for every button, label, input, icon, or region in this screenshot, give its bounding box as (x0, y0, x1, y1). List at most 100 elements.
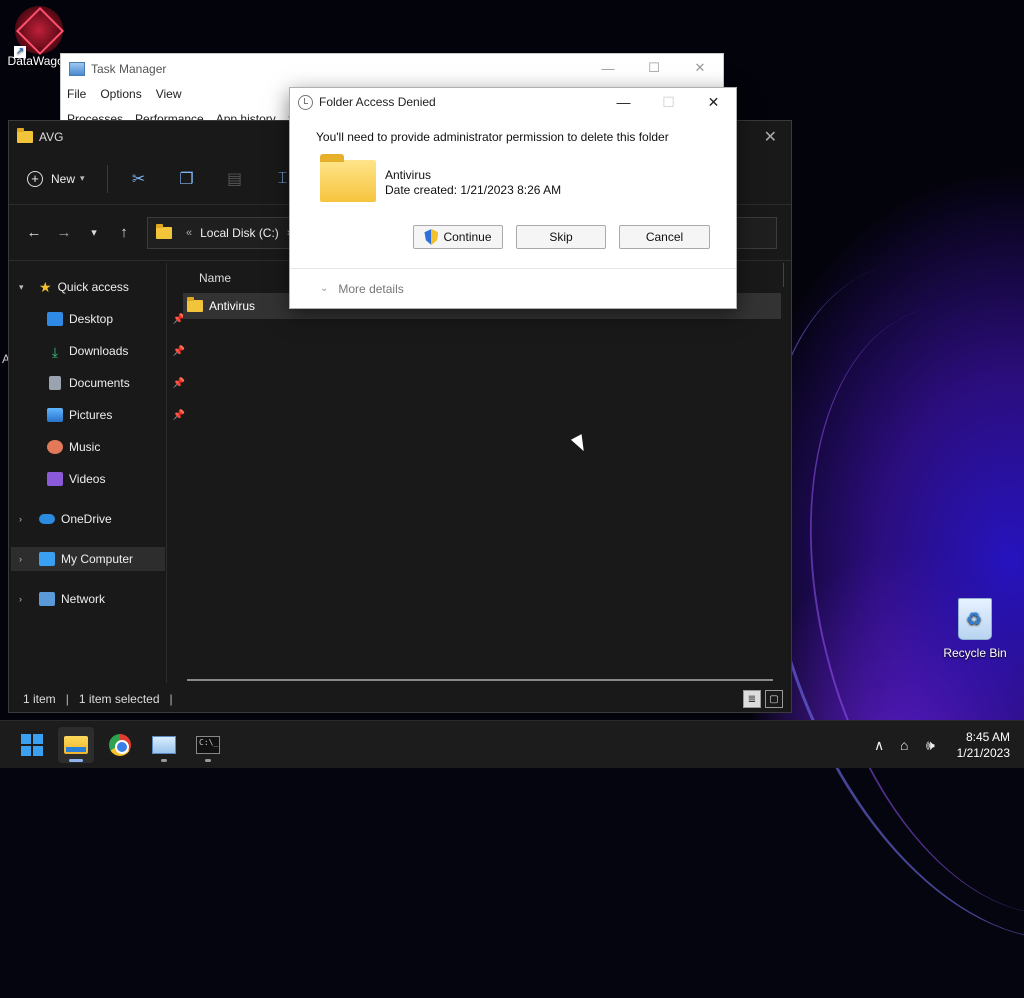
dialog-title: Folder Access Denied (319, 95, 436, 109)
command-prompt-icon: C:\_ (196, 736, 220, 754)
clipboard-icon: ▤ (226, 170, 243, 188)
nav-label: Network (61, 592, 106, 606)
new-label: New (51, 171, 76, 186)
paste-button[interactable]: ▤ (220, 164, 250, 194)
folder-icon (156, 223, 172, 239)
maximize-button: ☐ (662, 93, 675, 110)
menu-options[interactable]: Options (100, 87, 141, 101)
nav-item-onedrive[interactable]: › OneDrive (19, 507, 112, 531)
cancel-button[interactable]: Cancel (619, 225, 710, 249)
skip-button[interactable]: Skip (516, 225, 606, 249)
large-icons-view-button[interactable]: ▢ (765, 690, 783, 708)
nav-item-downloads[interactable]: ⤓ Downloads 📌 (47, 339, 185, 363)
nav-label: OneDrive (61, 512, 112, 526)
copy-icon: ❐ (179, 170, 194, 188)
volume-button[interactable]: 🕪 (926, 721, 935, 769)
horizontal-scrollbar[interactable] (187, 679, 773, 681)
up-button[interactable]: ↑ (109, 224, 139, 241)
folder-icon (320, 154, 376, 202)
desktop-icon-recycle-bin[interactable]: Recycle Bin (940, 598, 1010, 660)
nav-item-music[interactable]: Music (47, 435, 100, 459)
taskbar-clock[interactable]: 8:45 AM 1/21/2023 (957, 729, 1010, 761)
file-list: Name Antivirus (183, 263, 784, 683)
nav-label: Downloads (69, 344, 129, 358)
more-details-toggle[interactable]: ⌄ More details (290, 268, 736, 308)
chevron-down-icon: ▾ (19, 281, 24, 292)
overflow-chevron-icon: « (186, 226, 193, 239)
star-icon: ★ (39, 278, 52, 295)
copy-button[interactable]: ❐ (172, 164, 202, 194)
menu-view[interactable]: View (156, 87, 182, 101)
continue-label: Continue (443, 230, 492, 244)
nav-item-network[interactable]: › Network (19, 587, 105, 611)
folder-access-denied-dialog[interactable]: Folder Access Denied — ☐ ✕ You'll need t… (289, 87, 737, 309)
selected-count: 1 item selected (78, 692, 160, 706)
picture-icon (47, 408, 63, 422)
file-explorer-icon (64, 736, 88, 754)
breadcrumb-local-disk[interactable]: Local Disk (C:) (200, 226, 279, 240)
taskbar-command-prompt[interactable]: C:\_ (190, 727, 226, 763)
cut-button[interactable]: ✂ (124, 164, 154, 194)
rename-icon: ⌶ (277, 169, 288, 187)
nav-item-documents[interactable]: Documents 📌 (47, 371, 185, 395)
close-button[interactable]: ✕ (764, 127, 777, 147)
forward-button[interactable]: → (49, 224, 79, 241)
view-switcher: ≣ ▢ (743, 690, 783, 708)
nav-label: Documents (69, 376, 130, 390)
minimize-button[interactable]: — (585, 54, 631, 82)
navigation-pane: ▾ ★ Quick access Desktop 📌 ⤓ Downloads 📌… (9, 263, 185, 683)
taskbar-chrome[interactable] (102, 727, 138, 763)
taskbar-task-manager[interactable] (146, 727, 182, 763)
clock-date: 1/21/2023 (956, 746, 1010, 760)
task-manager-icon (152, 736, 176, 754)
folder-icon (187, 297, 203, 312)
item-count: 1 item (23, 692, 56, 706)
clock-icon (298, 94, 313, 110)
clock-time: 8:45 AM (965, 730, 1010, 744)
menu-file[interactable]: File (67, 87, 86, 101)
nav-item-videos[interactable]: Videos (47, 467, 105, 491)
nav-item-pictures[interactable]: Pictures 📌 (47, 403, 185, 427)
chevron-down-icon: ⌄ (320, 283, 329, 294)
chevron-right-icon: › (19, 594, 22, 604)
chevron-up-icon: ∧ (874, 736, 885, 753)
status-bar: 1 item | 1 item selected | (23, 692, 183, 706)
chevron-right-icon: › (19, 554, 22, 564)
nav-item-quick-access[interactable]: ▾ ★ Quick access (19, 275, 129, 299)
continue-button[interactable]: Continue (413, 225, 503, 249)
column-divider[interactable] (783, 263, 784, 287)
details-view-button[interactable]: ≣ (743, 690, 761, 708)
network-icon (39, 592, 55, 606)
download-icon: ⤓ (51, 344, 59, 360)
computer-icon (39, 552, 55, 566)
windows-logo-icon (21, 734, 43, 756)
close-button[interactable]: ✕ (677, 54, 723, 82)
document-icon (49, 376, 61, 390)
nav-label: Pictures (69, 408, 113, 422)
network-icon: ⌂ (900, 737, 909, 753)
close-button[interactable]: ✕ (691, 88, 736, 116)
toolbar-divider (106, 164, 108, 193)
taskbar-file-explorer[interactable] (58, 727, 94, 763)
start-button[interactable] (14, 727, 50, 763)
recent-locations-button[interactable]: ▾ (79, 226, 109, 239)
column-header-name[interactable]: Name (199, 271, 231, 285)
show-hidden-icons-button[interactable]: ∧ (874, 721, 884, 769)
nav-item-desktop[interactable]: Desktop 📌 (47, 307, 185, 331)
network-status-button[interactable]: ⌂ (900, 721, 908, 769)
back-button[interactable]: ← (19, 224, 49, 241)
status-divider: | (65, 692, 69, 706)
dialog-message: You'll need to provide administrator per… (316, 130, 669, 144)
maximize-button[interactable]: ☐ (631, 54, 677, 82)
nav-item-my-computer[interactable]: › My Computer (19, 547, 133, 571)
new-button[interactable]: + New ▾ (27, 170, 85, 187)
folder-name: Antivirus (385, 168, 432, 182)
nav-label: My Computer (61, 552, 134, 566)
nav-label: Desktop (69, 312, 114, 326)
minimize-button[interactable]: — (601, 88, 646, 116)
folder-icon (17, 128, 33, 143)
cloud-icon (39, 514, 55, 524)
chrome-icon (109, 734, 131, 756)
task-manager-icon (69, 62, 85, 76)
chevron-down-icon: ▾ (80, 173, 85, 183)
